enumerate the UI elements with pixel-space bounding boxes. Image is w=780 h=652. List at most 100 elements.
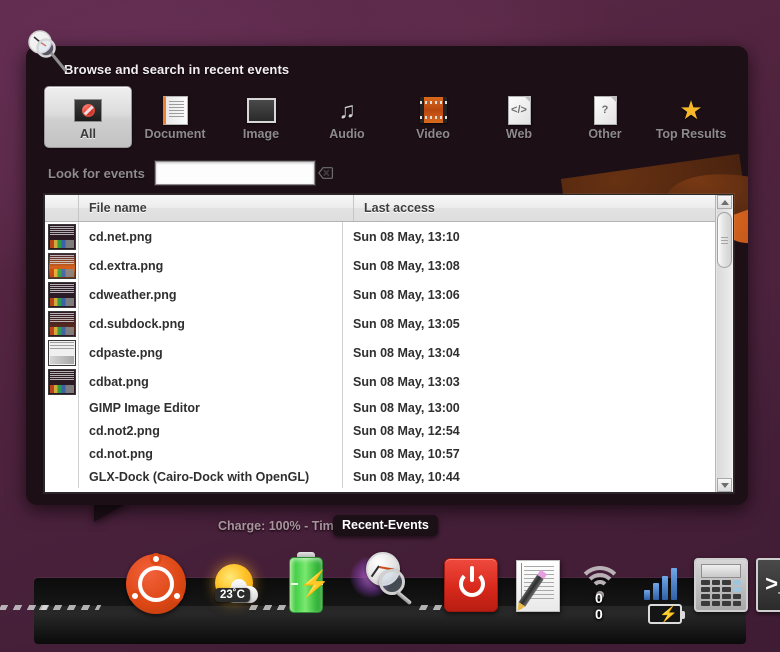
row-thumbnail bbox=[45, 309, 79, 338]
scrollbar-thumb[interactable] bbox=[717, 212, 732, 268]
tab-all-label: All bbox=[80, 127, 96, 141]
network-monitor-icon bbox=[644, 562, 686, 600]
events-list-area: File name Last access cd.net.png Sun 08 … bbox=[45, 195, 715, 492]
row-thumbnail bbox=[45, 280, 79, 309]
dock-item-wifi[interactable]: 0 0 bbox=[575, 562, 627, 621]
table-row[interactable]: cd.subdock.png Sun 08 May, 13:05 bbox=[45, 309, 715, 338]
row-last-access: Sun 08 May, 13:05 bbox=[353, 316, 460, 331]
scroll-up-icon[interactable] bbox=[717, 195, 732, 209]
battery-status-icon: ⚡ bbox=[648, 604, 685, 624]
temperature-badge: 23˚C bbox=[215, 588, 250, 602]
search-row: Look for events bbox=[48, 160, 728, 186]
row-last-access: Sun 08 May, 13:00 bbox=[353, 400, 460, 415]
tab-image[interactable]: Image bbox=[218, 86, 304, 148]
events-list-body[interactable]: cd.net.png Sun 08 May, 13:10 cd.extra.pn… bbox=[45, 222, 715, 492]
table-row[interactable]: cd.not.png Sun 08 May, 10:57 bbox=[45, 442, 715, 465]
column-header-thumbnail[interactable] bbox=[45, 195, 79, 221]
table-row[interactable]: GLX-Dock (Cairo-Dock with OpenGL) Sun 08… bbox=[45, 465, 715, 488]
dock-item-recent-events[interactable] bbox=[350, 550, 413, 612]
filter-tab-strip: All Document Image ♫ Audio Video </> Web… bbox=[44, 86, 734, 148]
row-last-access: Sun 08 May, 13:08 bbox=[353, 258, 460, 273]
dock-item-calculator[interactable] bbox=[694, 558, 748, 612]
row-last-access: Sun 08 May, 10:44 bbox=[353, 469, 460, 484]
dock-item-network-monitor[interactable] bbox=[644, 562, 686, 600]
row-file-name: cdpaste.png bbox=[79, 338, 343, 367]
dock-item-ubuntu[interactable] bbox=[126, 553, 186, 614]
row-last-access: Sun 08 May, 13:03 bbox=[353, 374, 460, 389]
tab-image-label: Image bbox=[242, 127, 280, 141]
tab-audio-label: Audio bbox=[329, 127, 365, 141]
row-thumbnail bbox=[45, 251, 79, 280]
tab-document[interactable]: Document bbox=[132, 86, 218, 148]
tab-top-results-label: Top Results bbox=[655, 127, 727, 141]
tab-video[interactable]: Video bbox=[390, 86, 476, 148]
code-page-icon: </> bbox=[504, 95, 534, 125]
table-row[interactable]: GIMP Image Editor Sun 08 May, 13:00 bbox=[45, 396, 715, 419]
table-row[interactable]: cd.net.png Sun 08 May, 13:10 bbox=[45, 222, 715, 251]
row-last-access: Sun 08 May, 13:06 bbox=[353, 287, 460, 302]
row-file-name: cdbat.png bbox=[79, 367, 343, 396]
row-file-name: GIMP Image Editor bbox=[79, 396, 343, 419]
recent-events-icon bbox=[350, 550, 413, 612]
image-icon bbox=[246, 95, 276, 125]
ubuntu-logo-icon bbox=[126, 553, 186, 614]
column-header-last-access[interactable]: Last access bbox=[354, 195, 715, 221]
dock-item-notes[interactable] bbox=[513, 558, 567, 614]
tab-web[interactable]: </> Web bbox=[476, 86, 562, 148]
column-header-file-name[interactable]: File name bbox=[79, 195, 354, 221]
dock-item-battery-indicator[interactable]: ⚡ bbox=[648, 604, 685, 624]
wifi-upload-count: 0 bbox=[595, 590, 603, 606]
dock-item-battery[interactable]: ⚡ bbox=[284, 552, 330, 614]
tab-other-label: Other bbox=[588, 127, 622, 141]
question-page-icon: ? bbox=[590, 95, 620, 125]
row-thumbnail bbox=[45, 419, 79, 442]
tab-document-label: Document bbox=[144, 127, 206, 141]
desktop: Browse and search in recent events All D… bbox=[0, 0, 780, 652]
wifi-icon: 0 0 bbox=[575, 562, 627, 621]
row-thumbnail bbox=[45, 465, 79, 488]
tab-top-results[interactable]: ★ Top Results bbox=[648, 86, 734, 148]
tab-web-label: Web bbox=[505, 127, 533, 141]
row-file-name: cdweather.png bbox=[79, 280, 343, 309]
dock-tooltip: Recent-Events bbox=[333, 515, 438, 536]
tab-audio[interactable]: ♫ Audio bbox=[304, 86, 390, 148]
vertical-scrollbar[interactable] bbox=[715, 195, 733, 492]
dock-item-power[interactable] bbox=[444, 558, 498, 612]
row-last-access: Sun 08 May, 10:57 bbox=[353, 446, 460, 461]
calculator-icon bbox=[694, 558, 748, 612]
scrollbar-track[interactable] bbox=[717, 209, 732, 478]
battery-charge-label: Charge: 100% - Time: bbox=[218, 519, 345, 533]
dock-item-weather[interactable]: 23˚C bbox=[206, 558, 262, 614]
tab-video-label: Video bbox=[416, 127, 450, 141]
search-box[interactable] bbox=[154, 161, 333, 185]
row-thumbnail bbox=[45, 442, 79, 465]
row-file-name: cd.not2.png bbox=[79, 419, 343, 442]
weather-icon: 23˚C bbox=[206, 558, 262, 614]
dock-item-terminal[interactable]: >_ bbox=[756, 558, 780, 612]
block-icon bbox=[73, 95, 103, 125]
tab-other[interactable]: ? Other bbox=[562, 86, 648, 148]
row-thumbnail bbox=[45, 396, 79, 419]
table-row[interactable]: cdbat.png Sun 08 May, 13:03 bbox=[45, 367, 715, 396]
row-thumbnail bbox=[45, 222, 79, 251]
dock-items: 23˚C ⚡ 0 0 ⚡ > bbox=[0, 536, 780, 636]
clear-entry-icon[interactable] bbox=[317, 167, 333, 180]
events-list-header: File name Last access bbox=[45, 195, 715, 222]
row-thumbnail bbox=[45, 338, 79, 367]
row-file-name: cd.net.png bbox=[79, 222, 343, 251]
terminal-icon: >_ bbox=[756, 558, 780, 612]
table-row[interactable]: cd.extra.png Sun 08 May, 13:08 bbox=[45, 251, 715, 280]
row-file-name: GLX-Dock (Cairo-Dock with OpenGL) bbox=[79, 465, 343, 488]
events-list: File name Last access cd.net.png Sun 08 … bbox=[44, 194, 734, 493]
table-row[interactable]: cd.not2.png Sun 08 May, 12:54 bbox=[45, 419, 715, 442]
row-thumbnail bbox=[45, 367, 79, 396]
tab-all[interactable]: All bbox=[44, 86, 132, 148]
table-row[interactable]: cdweather.png Sun 08 May, 13:06 bbox=[45, 280, 715, 309]
row-last-access: Sun 08 May, 13:04 bbox=[353, 345, 460, 360]
table-row[interactable]: cdpaste.png Sun 08 May, 13:04 bbox=[45, 338, 715, 367]
audio-note-icon: ♫ bbox=[338, 96, 356, 123]
search-input[interactable] bbox=[157, 163, 318, 183]
scroll-down-icon[interactable] bbox=[717, 478, 732, 492]
cairo-dock: 23˚C ⚡ 0 0 ⚡ > bbox=[0, 532, 780, 652]
star-icon: ★ bbox=[679, 95, 703, 125]
